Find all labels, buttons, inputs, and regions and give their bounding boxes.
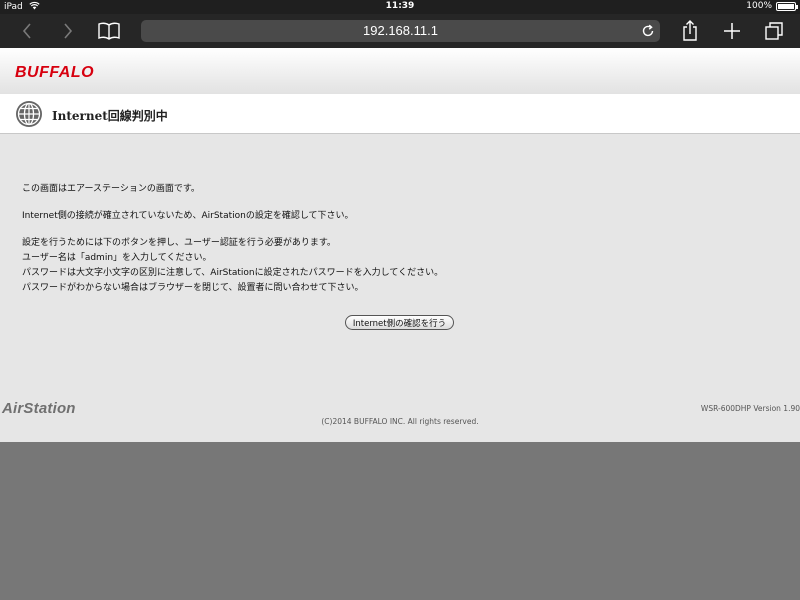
bookmarks-button[interactable] [95, 18, 123, 44]
share-icon [683, 20, 697, 41]
page-title: Internet回線判別中 [52, 109, 168, 123]
url-text: 192.168.11.1 [363, 23, 438, 38]
tabs-button[interactable] [760, 18, 788, 44]
back-button[interactable] [13, 18, 41, 44]
browser-toolbar: 192.168.11.1 [0, 14, 800, 48]
chevron-left-icon [22, 23, 31, 39]
status-time: 11:39 [385, 1, 415, 11]
new-tab-button[interactable] [718, 18, 746, 44]
message-line: この画面はエアーステーションの画面です。 [22, 184, 200, 194]
airstation-logo: AirStation [2, 400, 76, 417]
battery-icon [776, 1, 798, 11]
chevron-right-icon [64, 23, 73, 39]
bookmarks-icon [98, 22, 120, 40]
message-line: 設定を行うためには下のボタンを押し、ユーザー認証を行う必要があります。 [22, 238, 336, 248]
message-block: この画面はエアーステーションの画面です。 Internet側の接続が確立されてい… [22, 182, 782, 296]
status-bar: iPad 11:39 100% [0, 0, 800, 14]
plus-icon [724, 23, 740, 39]
share-button[interactable] [676, 18, 704, 44]
globe-icon [16, 101, 42, 127]
brand-header: BUFFALO [0, 48, 800, 94]
message-line: ユーザー名は「admin」を入力してください。 [22, 253, 212, 263]
message-line: パスワードは大文字小文字の区別に注意して、AirStationに設定されたパスワ… [22, 268, 444, 278]
buffalo-logo: BUFFALO [15, 64, 95, 81]
status-right: 100% [746, 1, 798, 11]
address-bar[interactable]: 192.168.11.1 [141, 20, 660, 42]
battery-percent: 100% [746, 1, 772, 11]
title-bar: Internet回線判別中 [0, 94, 800, 134]
version-text: WSR-600DHP Version 1.90 [700, 404, 800, 413]
check-internet-button[interactable]: Internet側の確認を行う [345, 315, 454, 330]
router-page: BUFFALO Internet回線判別中 この画面はエアーステーションの画面で… [0, 48, 800, 442]
reload-icon[interactable] [641, 24, 655, 38]
copyright-text: (C)2014 BUFFALO INC. All rights reserved… [321, 417, 479, 426]
message-line: パスワードがわからない場合はブラウザーを閉じて、設置者に問い合わせて下さい。 [22, 283, 364, 293]
message-line: Internet側の接続が確立されていないため、AirStationの設定を確認… [22, 211, 354, 221]
forward-button[interactable] [54, 18, 82, 44]
tabs-icon [765, 22, 783, 40]
